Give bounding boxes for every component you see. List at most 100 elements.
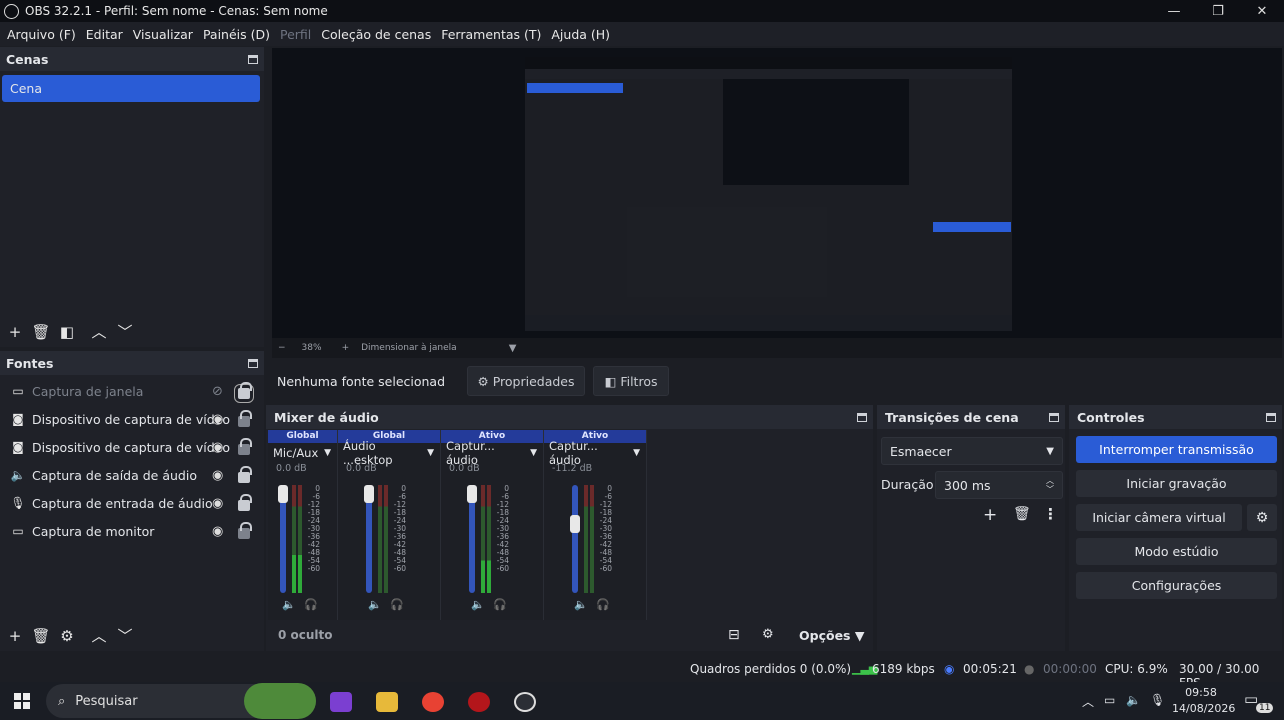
undock-icon[interactable] — [857, 412, 867, 422]
mute-speaker-icon[interactable]: 🔈 — [574, 598, 588, 611]
eye-icon[interactable]: ◉ — [212, 412, 223, 427]
channel-name[interactable]: Captur... áudio ▼ — [441, 439, 543, 467]
minimize-button[interactable]: — — [1152, 0, 1196, 22]
menu-editar[interactable]: Editar — [81, 27, 128, 42]
remove-transition-icon[interactable]: 🗑 — [1013, 506, 1031, 522]
filters-button[interactable]: ◧ Filtros — [593, 366, 669, 396]
eye-icon[interactable]: ◉ — [212, 468, 223, 483]
lock-icon[interactable] — [238, 522, 252, 539]
source-item[interactable]: 🎙 Captura de entrada de áudio ◉ — [0, 489, 262, 517]
move-up-icon[interactable]: ︿ — [86, 321, 112, 342]
mixer-channel: Global Áudio ...esktop ▼ 0.0 dB 0 -6 -12 -18 -24… — [338, 430, 441, 620]
transition-select[interactable]: Esmaecer ▼ — [881, 437, 1063, 465]
eye-icon[interactable]: ◉ — [212, 524, 223, 539]
lock-icon[interactable] — [238, 410, 252, 427]
monitor-headphones-icon[interactable]: 🎧 — [493, 598, 507, 611]
chevron-down-icon[interactable]: ▼ — [509, 343, 517, 354]
menu-arquivo[interactable]: Arquivo (F) — [2, 27, 81, 42]
clock-time[interactable]: 09:58 — [1176, 686, 1226, 699]
add-scene-icon[interactable]: + — [2, 323, 28, 341]
app-icon[interactable] — [468, 692, 490, 712]
spin-icon: ︿ ﹀ — [1046, 476, 1054, 494]
stop-stream-button[interactable]: Interromper transmissão — [1076, 436, 1277, 463]
windows-start-icon[interactable] — [14, 693, 30, 709]
audio-level-meter — [292, 485, 296, 593]
zoom-out-icon[interactable]: − — [278, 343, 286, 353]
move-down-icon[interactable]: ﹀ — [112, 625, 138, 646]
lock-icon[interactable] — [238, 494, 252, 511]
maximize-button[interactable]: ❐ — [1196, 0, 1240, 22]
chrome-icon[interactable] — [422, 692, 444, 712]
mic-tray-icon[interactable]: 🎙 — [1150, 693, 1165, 707]
source-item[interactable]: ▭ Captura de monitor ◉ — [0, 517, 262, 545]
remove-source-icon[interactable]: 🗑 — [28, 627, 54, 645]
lock-icon[interactable] — [238, 466, 252, 483]
copilot-icon[interactable] — [330, 692, 352, 712]
mute-speaker-icon[interactable]: 🔈 — [368, 598, 382, 611]
more-icon[interactable]: ⋮ — [1043, 505, 1058, 523]
obs-taskbar-icon[interactable] — [514, 692, 536, 712]
studio-mode-button[interactable]: Modo estúdio — [1076, 538, 1277, 565]
volume-knob[interactable] — [570, 515, 580, 533]
meter-tick: -60 — [496, 564, 509, 573]
volume-knob[interactable] — [467, 485, 477, 503]
channel-name[interactable]: Mic/Aux ▼ — [268, 443, 337, 463]
start-recording-button[interactable]: Iniciar gravação — [1076, 470, 1277, 497]
file-explorer-icon[interactable] — [376, 692, 398, 712]
close-button[interactable]: ✕ — [1240, 0, 1284, 22]
menu-perfil[interactable]: Perfil — [275, 27, 316, 42]
mute-speaker-icon[interactable]: 🔈 — [471, 598, 485, 611]
add-source-icon[interactable]: + — [2, 627, 28, 645]
add-transition-icon[interactable]: + — [983, 505, 997, 525]
source-item[interactable]: ▭ Captura de janela ⊘ — [0, 377, 262, 405]
scene-item[interactable]: Cena — [2, 75, 260, 102]
volume-knob[interactable] — [364, 485, 374, 503]
undock-icon[interactable] — [248, 54, 258, 64]
lock-icon[interactable] — [238, 438, 252, 455]
channel-name[interactable]: Áudio ...esktop ▼ — [338, 439, 440, 467]
virtualcam-gear-icon[interactable]: ⚙ — [1247, 504, 1277, 531]
settings-button[interactable]: Configurações — [1076, 572, 1277, 599]
scale-mode[interactable]: Dimensionar à janela — [361, 343, 457, 353]
volume-knob[interactable] — [278, 485, 288, 503]
taskbar-search[interactable]: ⌕ Pesquisar — [46, 683, 316, 719]
undock-icon[interactable] — [248, 358, 258, 368]
zoom-in-icon[interactable]: + — [342, 343, 350, 353]
source-item[interactable]: ◙ Dispositivo de captura de vídeo ◉ — [0, 405, 262, 433]
options-button[interactable]: Opções ▼ — [799, 628, 864, 643]
move-up-icon[interactable]: ︿ — [86, 625, 112, 646]
eye-hidden-icon[interactable]: ⊘ — [212, 384, 223, 399]
source-item[interactable]: ◙ Dispositivo de captura de vídeo ◉ — [0, 433, 262, 461]
mute-speaker-icon[interactable]: 🔈 — [282, 598, 296, 611]
chevron-up-icon[interactable]: ︿ — [1082, 693, 1094, 710]
lock-icon[interactable] — [234, 382, 254, 403]
monitor-headphones-icon[interactable]: 🎧 — [390, 598, 404, 611]
menu-ferramentas[interactable]: Ferramentas (T) — [436, 27, 546, 42]
advanced-audio-icon[interactable]: ⚙ — [762, 627, 774, 642]
move-down-icon[interactable]: ﹀ — [112, 321, 138, 342]
menu-paineis[interactable]: Painéis (D) — [198, 27, 275, 42]
preview-canvas[interactable] — [272, 48, 1282, 338]
monitor-headphones-icon[interactable]: 🎧 — [596, 598, 610, 611]
menu-ajuda[interactable]: Ajuda (H) — [546, 27, 615, 42]
volume-slider[interactable] — [572, 485, 578, 593]
eye-icon[interactable]: ◉ — [212, 440, 223, 455]
source-settings-icon[interactable]: ⚙ — [54, 627, 80, 645]
undock-icon[interactable] — [1049, 412, 1059, 422]
network-icon[interactable]: ▭ — [1104, 693, 1115, 707]
layout-icon[interactable]: ⊟ — [728, 627, 740, 643]
eye-icon[interactable]: ◉ — [212, 496, 223, 511]
menu-visualizar[interactable]: Visualizar — [128, 27, 198, 42]
channel-name[interactable]: Captur... áudio ▼ — [544, 439, 646, 467]
remove-scene-icon[interactable]: 🗑 — [28, 323, 54, 341]
undock-icon[interactable] — [1266, 412, 1276, 422]
volume-icon[interactable]: 🔈 — [1126, 693, 1141, 707]
properties-button[interactable]: ⚙ Propriedades — [467, 366, 585, 396]
duration-input[interactable]: 300 ms ︿ ﹀ — [935, 471, 1063, 499]
monitor-headphones-icon[interactable]: 🎧 — [304, 598, 318, 611]
start-virtualcam-button[interactable]: Iniciar câmera virtual — [1076, 504, 1242, 531]
scene-filters-icon[interactable]: ◧ — [54, 323, 80, 341]
source-item[interactable]: 🔈 Captura de saída de áudio ◉ — [0, 461, 262, 489]
clock-date[interactable]: 14/08/2026 — [1172, 702, 1235, 715]
menu-colecao[interactable]: Coleção de cenas — [316, 27, 436, 42]
